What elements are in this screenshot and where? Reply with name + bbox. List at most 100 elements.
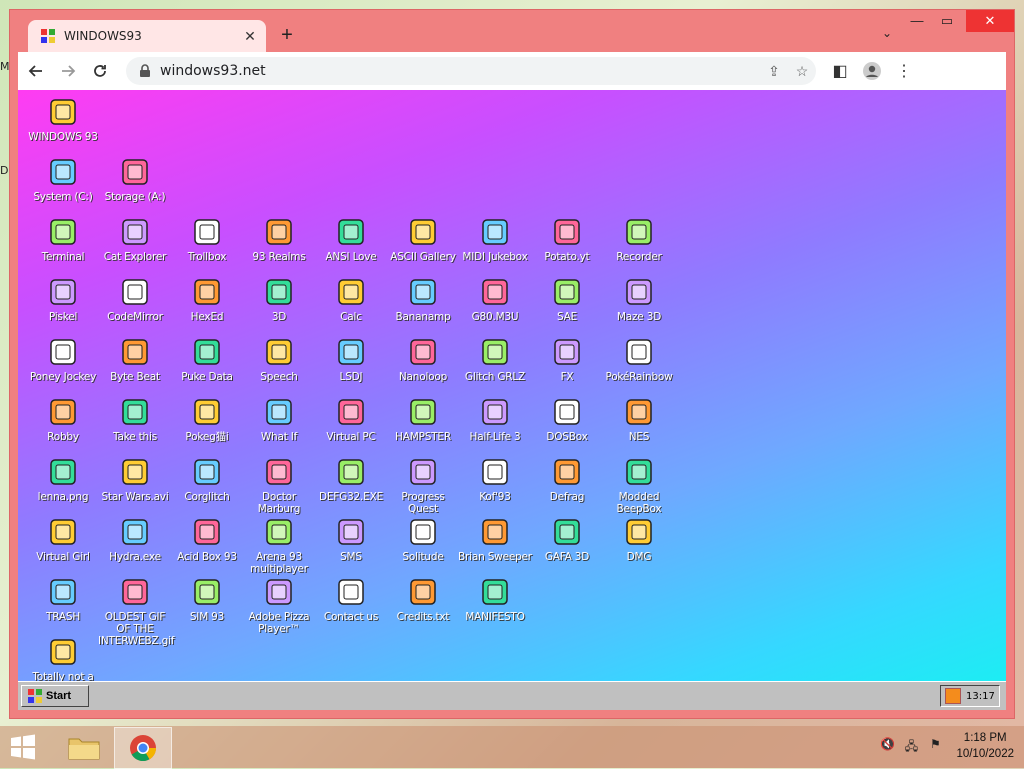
desktop-icon-owl[interactable]: HAMPSTER <box>386 396 460 443</box>
side-panel-icon[interactable]: ◧ <box>826 57 854 85</box>
desktop-icon-boing-ball[interactable]: SAE <box>530 276 604 323</box>
desktop-icon-speech[interactable]: Speech <box>242 336 316 383</box>
desktop-icon-cube[interactable]: HexEd <box>170 276 244 323</box>
desktop-icon-lsdj[interactable]: LSDJ <box>314 336 388 383</box>
desktop-icon-atom[interactable]: FX <box>530 336 604 383</box>
desktop-icon-label: Arena 93 multiplayer <box>250 551 308 575</box>
desktop-icon-dosbox[interactable]: DOSBox <box>530 396 604 443</box>
desktop-icon-matrix[interactable]: What If <box>242 396 316 443</box>
desktop-icon-console[interactable]: SMS <box>314 516 388 563</box>
desktop-icon-wave[interactable]: Nanoloop <box>386 336 460 383</box>
tab-close-icon[interactable]: ✕ <box>242 28 258 44</box>
desktop-icon-fighter[interactable]: Kof'93 <box>458 456 532 503</box>
share-icon[interactable]: ⇪ <box>760 57 788 85</box>
menu-kebab-icon[interactable]: ⋮ <box>890 57 918 85</box>
desktop-icon-image-file[interactable]: lenna.png <box>26 456 100 503</box>
desktop-icon-lambda[interactable]: Half-Life 3 <box>458 396 532 443</box>
tab-search-chevron-icon[interactable]: ⌄ <box>882 26 892 40</box>
desktop-icon-contact[interactable]: Contact us <box>314 576 388 623</box>
desktop-icon-pd[interactable]: Puke Data <box>170 336 244 383</box>
desktop-icon-potato[interactable]: Potato.yt <box>530 216 604 263</box>
rss-icon[interactable] <box>945 688 961 704</box>
desktop-icon-yoda[interactable]: Star Wars.avi <box>98 456 172 503</box>
desktop-icon-dolphin[interactable]: Totally not a <box>26 636 100 683</box>
desktop-icon-ring[interactable]: Modded BeepBox <box>602 456 676 515</box>
mine-icon <box>479 516 511 548</box>
desktop-icon-piano[interactable]: MIDI Jukebox <box>458 216 532 263</box>
desktop-icon-defg[interactable]: DEFG32.EXE <box>314 456 388 503</box>
desktop-icon-pokeg[interactable]: Pokeg猫i <box>170 396 244 443</box>
desktop-icon-dragon[interactable]: Hydra.exe <box>98 516 172 563</box>
desktop-icon-calculator[interactable]: Calc <box>314 276 388 323</box>
desktop-icon-label: GAFA 3D <box>544 551 590 563</box>
desktop-icon-crossed-swords[interactable]: Progress Quest <box>386 456 460 515</box>
desktop-icon-defrag[interactable]: Defrag <box>530 456 604 503</box>
desktop-icon-hard-drive[interactable]: System (C:) <box>26 156 100 203</box>
desktop-icon-codemirror[interactable]: CodeMirror <box>98 276 172 323</box>
bookmark-star-icon[interactable]: ☆ <box>788 57 816 85</box>
desktop-icon-terminal[interactable]: Terminal <box>26 216 100 263</box>
desktop-icon-doctor[interactable]: Doctor Marburg <box>242 456 316 515</box>
chrome-taskbar-button[interactable] <box>114 727 172 769</box>
desktop-icon-face[interactable]: Virtual Girl <box>26 516 100 563</box>
desktop-icon-mine[interactable]: Brian Sweeper <box>458 516 532 563</box>
desktop-icon-smiley[interactable]: Acid Box 93 <box>170 516 244 563</box>
back-button[interactable] <box>22 57 50 85</box>
desktop-icon-corgi[interactable]: Corglitch <box>170 456 244 503</box>
desktop-icon-gameboy[interactable]: DMG <box>602 516 676 563</box>
forward-button[interactable] <box>54 57 82 85</box>
lips-icon <box>479 336 511 368</box>
desktop-icon-floppy-drive[interactable]: Storage (A:) <box>98 156 172 203</box>
desktop-icon-knight[interactable]: 93 Realms <box>242 216 316 263</box>
desktop-icon-label: Solitude <box>402 551 444 563</box>
network-icon[interactable]: 🖧 <box>902 737 920 755</box>
desktop-icon-lips[interactable]: Glitch GRLZ <box>458 336 532 383</box>
desktop-icon-head[interactable]: GAFA 3D <box>530 516 604 563</box>
file-explorer-taskbar-button[interactable] <box>56 727 112 767</box>
windows-logo-icon <box>11 734 35 760</box>
desktop-icon-text-file[interactable]: Credits.txt <box>386 576 460 623</box>
lambda-icon <box>479 396 511 428</box>
desktop-icon-teapot[interactable]: 3D <box>242 276 316 323</box>
desktop-icon-book[interactable]: SIM 93 <box>170 576 244 623</box>
desktop-icon-chat[interactable]: Trollbox <box>170 216 244 263</box>
desktop-icon-pizza[interactable]: Adobe Pizza Player™ <box>242 576 316 635</box>
desktop-icon-characters[interactable]: PokéRainbow <box>602 336 676 383</box>
browser-tab[interactable]: WINDOWS93 ✕ <box>28 20 266 52</box>
action-center-flag-icon[interactable]: ⚑ <box>926 737 944 755</box>
desktop-icon-bottle[interactable]: Solitude <box>386 516 460 563</box>
reload-button[interactable] <box>86 57 114 85</box>
desktop-icon-gif-file[interactable]: OLDEST GIF OF THE INTERWEBZ.gif <box>98 576 175 647</box>
volume-muted-icon[interactable]: 🔇 <box>878 737 896 755</box>
host-clock[interactable]: 1:18 PM 10/10/2022 <box>956 730 1014 762</box>
desktop-icon-palette[interactable]: Piskel <box>26 276 100 323</box>
windows-start-button[interactable] <box>8 732 40 762</box>
desktop-icon-label: Modded BeepBox <box>616 491 662 515</box>
desktop-icon-bytebeat[interactable]: Byte Beat <box>98 336 172 383</box>
desktop-icon-question[interactable]: MANIFESTO <box>458 576 532 623</box>
desktop-icon-nes[interactable]: NES <box>602 396 676 443</box>
new-tab-button[interactable]: + <box>276 24 298 46</box>
desktop-icon-numbers[interactable]: ASCII Gallery <box>386 216 460 263</box>
maximize-button[interactable]: ▭ <box>932 10 962 32</box>
desktop-icon-monster[interactable]: Take this <box>98 396 172 443</box>
desktop-icon-trash[interactable]: TRASH <box>26 576 100 623</box>
start-button[interactable]: Start <box>21 685 89 707</box>
desktop-icon-pony[interactable]: Poney Jockey <box>26 336 100 383</box>
address-bar[interactable]: windows93.net ⇪ ☆ <box>126 57 816 85</box>
desktop-icon-arena-cube[interactable]: Arena 93 multiplayer <box>242 516 316 575</box>
minimize-button[interactable]: — <box>902 10 932 32</box>
close-window-button[interactable]: ✕ <box>966 10 1014 32</box>
desktop-icon-ansi[interactable]: ANSI Love <box>314 216 388 263</box>
desktop-icon-label: 93 Realms <box>252 251 306 263</box>
desktop-icon-virtual-pc[interactable]: Virtual PC <box>314 396 388 443</box>
desktop-icon-banana[interactable]: Bananamp <box>386 276 460 323</box>
desktop-icon-label: FX <box>560 371 574 383</box>
desktop-icon-computer[interactable]: WINDOWS 93 <box>26 96 100 143</box>
profile-avatar-icon[interactable] <box>858 57 886 85</box>
desktop-icon-maze[interactable]: Maze 3D <box>602 276 676 323</box>
desktop-icon-globe[interactable]: Cat Explorer <box>98 216 172 263</box>
desktop-icon-stick-figure[interactable]: Robby <box>26 396 100 443</box>
desktop-icon-playlist[interactable]: G80.M3U <box>458 276 532 323</box>
desktop-icon-microphone[interactable]: Recorder <box>602 216 676 263</box>
